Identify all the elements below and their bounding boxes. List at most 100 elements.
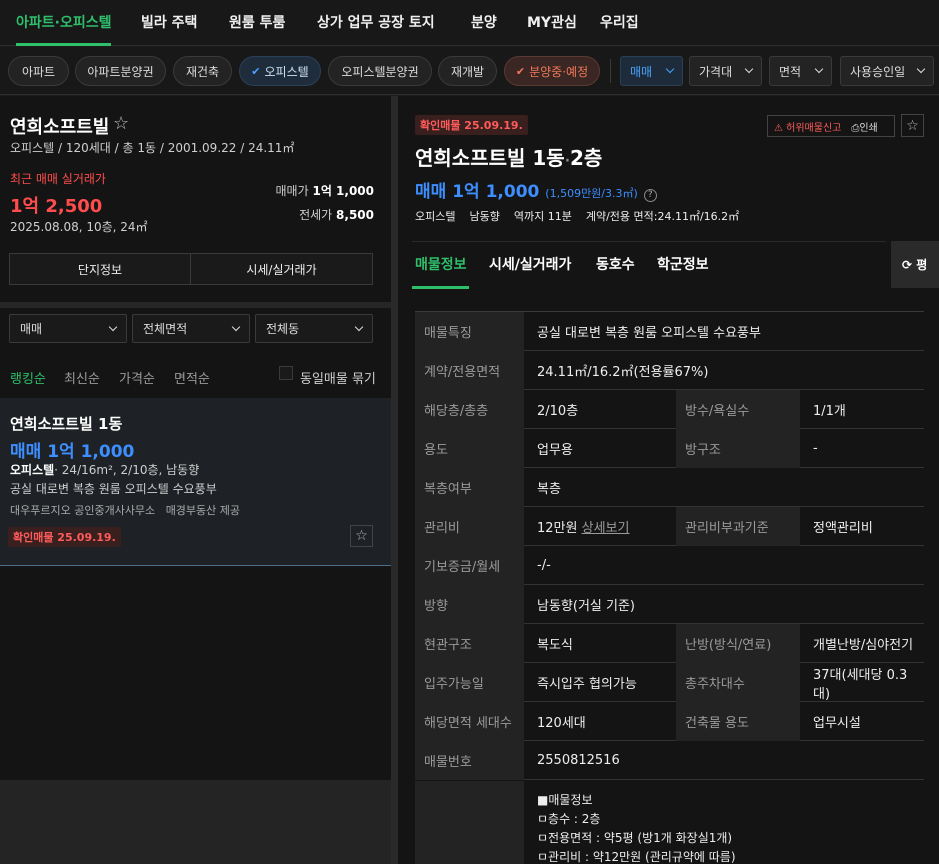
star-icon[interactable]: ☆ [901, 114, 924, 137]
chip-label: 재개발 [450, 64, 485, 79]
sort-area[interactable]: 면적순 [174, 368, 210, 387]
complex-info-button[interactable]: 단지정보 [9, 253, 191, 285]
detail-verified-badge: 확인매물 25.09.19. [415, 114, 528, 135]
select-building[interactable]: 전체동 [255, 314, 373, 343]
unit-toggle-label: 평 [916, 258, 928, 272]
tab-unit-numbers[interactable]: 동호수 [596, 254, 635, 274]
tab-price-history[interactable]: 시세/실거래가 [489, 254, 571, 274]
tab-presale[interactable]: 분양 [471, 12, 497, 32]
listing-card[interactable]: 연희소프트빌 1동 매매 1억 1,000 오피스텔· 24/16m², 2/1… [0, 398, 391, 566]
description-line: ㅁ전용면적 : 약5평 (방1개 화장실1개) [537, 831, 733, 845]
table-row: 매물번호 2550812516 [415, 741, 924, 780]
chip-apartment[interactable]: 아파트 [8, 56, 69, 86]
row-value: 2/10층 [524, 390, 676, 429]
agent-provider: 매경부동산 제공 [165, 504, 241, 517]
row-value-text: 2/10층 [537, 404, 579, 419]
row-value: 120세대 [524, 702, 676, 741]
row-key: 방향 [415, 585, 524, 624]
chip-apartment-presale-right[interactable]: 아파트분양권 [75, 56, 166, 86]
sort-ranking[interactable]: 랭킹순 [10, 368, 46, 387]
tab-oneroom-tworoom[interactable]: 원룸 투룸 [229, 12, 285, 32]
listing-spec-text: · 24/16m², 2/10층, 남동향 [54, 463, 200, 477]
row-value: 1/1개 [813, 404, 846, 419]
detail-price-per: (1,509만원/3.3㎡) [545, 187, 638, 200]
button-label: 단지정보 [77, 262, 123, 277]
chevron-down-icon [354, 322, 364, 331]
row-value: -/- [537, 558, 551, 573]
row-value: 복층 [537, 482, 561, 497]
chip-redevelopment[interactable]: 재개발 [438, 56, 497, 86]
panel-splitter[interactable] [391, 96, 398, 864]
listing-price: 매매 1억 1,000 [10, 442, 135, 462]
description-header [415, 781, 524, 864]
tab-apartment-officetel[interactable]: 아파트·오피스텔 [16, 12, 111, 32]
recent-trade-price: 1억 2,500 [10, 196, 103, 217]
active-tab-underline [16, 43, 111, 46]
listing-type: 오피스텔 [10, 463, 55, 477]
chip-label: 오피스텔 [264, 64, 309, 79]
check-icon: ✔ [251, 64, 261, 78]
chip-reconstruction[interactable]: 재건축 [173, 56, 232, 86]
print-button[interactable]: ⎙인쇄 [851, 119, 877, 134]
detail-title-main: 연희소프트빌 1동 [415, 146, 565, 170]
chip-label: 오피스텔분양권 [341, 64, 419, 79]
tab-school-info[interactable]: 학군정보 [657, 254, 709, 274]
divider [610, 59, 611, 83]
star-icon[interactable]: ☆ [113, 113, 129, 134]
filter-bar: 아파트 아파트분양권 재건축 ✔ 오피스텔 오피스텔분양권 재개발 ✔ 분양중·예정… [0, 47, 939, 95]
detail-title: 연희소프트빌 1동·2층 [415, 142, 602, 171]
price-history-button[interactable]: 시세/실거래가 [191, 253, 373, 285]
print-label: 인쇄 [859, 122, 878, 134]
jeonse-price-label: 전세가 [299, 208, 333, 222]
chip-officetel-presale-right[interactable]: 오피스텔분양권 [328, 56, 432, 86]
select-label: 전체동 [266, 322, 300, 336]
agent-name: 대우푸르지오 공인중개사사무소 [10, 504, 156, 517]
tab-listing-info[interactable]: 매물정보 [415, 254, 467, 274]
listing-spec: 오피스텔· 24/16m², 2/10층, 남동향 [10, 461, 199, 478]
dropdown-label: 사용승인일 [850, 64, 906, 79]
tab-commercial[interactable]: 상가 업무 공장 토지 [317, 12, 435, 32]
dropdown-trade-type[interactable]: 매매 [620, 56, 683, 86]
detail-link[interactable]: 상세보기 [582, 517, 630, 536]
detail-price-value: 매매 1억 1,000 [415, 182, 540, 202]
report-button[interactable]: ⚠ 허위매물신고 [774, 119, 841, 134]
chevron-down-icon [814, 64, 824, 74]
help-icon[interactable]: ? [643, 189, 657, 202]
star-icon[interactable]: ☆ [350, 525, 373, 547]
row-value: 정액관리비 [813, 521, 873, 536]
check-icon: ✔ [515, 64, 526, 78]
description-row: ■매물정보 ㅁ층수 : 2층 ㅁ전용면적 : 약5평 (방1개 화장실1개) ㅁ… [415, 781, 924, 864]
dropdown-approval-date[interactable]: 사용승인일 [840, 56, 934, 86]
row-value: 24.11㎡/16.2㎡(전용률67%) [537, 365, 709, 380]
sort-latest[interactable]: 최신순 [64, 368, 100, 387]
unit-toggle-button[interactable]: ⟳ 평 [891, 241, 939, 288]
listing-info-table: 매물특징 공실 대로변 복층 원룸 오피스텔 수요풍부 계약/전용면적 24.11㎡/… [415, 311, 924, 780]
dropdown-label: 매매 [630, 64, 653, 79]
select-label: 전체면적 [143, 322, 188, 336]
chevron-down-icon [108, 322, 118, 331]
chevron-down-icon [665, 64, 675, 74]
select-area[interactable]: 전체면적 [132, 314, 250, 343]
tab-my-interest[interactable]: MY관심 [527, 12, 577, 32]
row-key: 용도 [415, 429, 524, 468]
row-key: 해당층/총층 [415, 390, 524, 429]
dropdown-area[interactable]: 면적 [769, 56, 832, 86]
group-listings-checkbox[interactable] [279, 366, 293, 380]
row-key: 입주가능일 [415, 663, 524, 702]
select-trade-type[interactable]: 매매 [9, 314, 127, 343]
chip-officetel[interactable]: ✔ 오피스텔 [239, 56, 321, 86]
sale-price-value: 1억 1,000 [312, 184, 374, 198]
summary-direction: 남동향 [469, 210, 500, 223]
sort-price[interactable]: 가격순 [119, 368, 155, 387]
row-key: 해당면적 세대수 [415, 702, 524, 741]
tab-our-home[interactable]: 우리집 [600, 12, 639, 32]
verified-badge-label: 확인매물 25.09.19. [8, 527, 121, 547]
row-value: 2550812516 [537, 753, 620, 768]
row-value-text: 12만원 [537, 521, 578, 536]
chip-presale-upcoming[interactable]: ✔ 분양중·예정 [504, 56, 600, 86]
tab-villa-house[interactable]: 빌라 주택 [141, 12, 197, 32]
dropdown-price-range[interactable]: 가격대 [689, 56, 762, 86]
row-value: 37대(세대당 0.3대) [813, 667, 908, 702]
row-value: 개별난방/심야전기 [813, 638, 914, 653]
row-value-text: 업무용 [537, 443, 573, 458]
